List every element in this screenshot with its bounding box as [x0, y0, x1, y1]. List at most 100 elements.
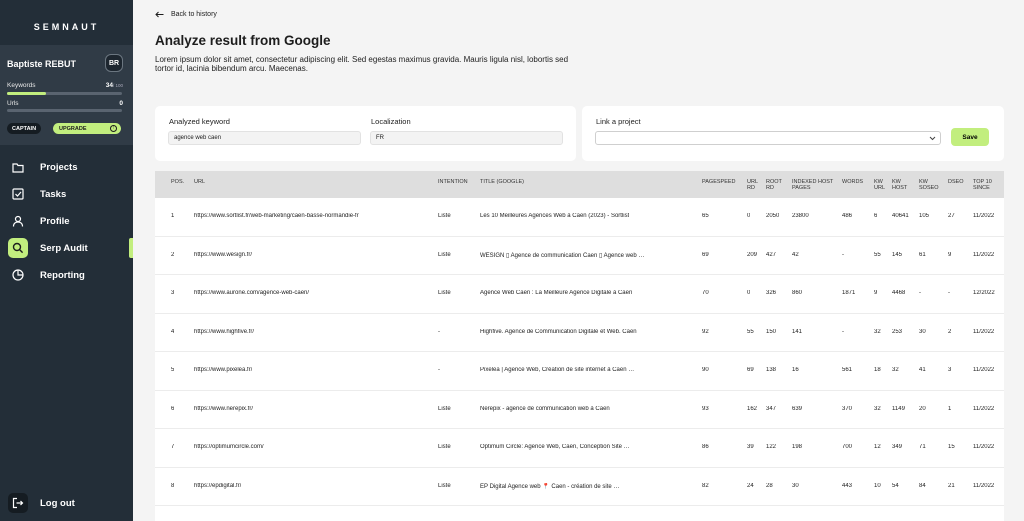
column-header[interactable]: WORDS — [842, 179, 870, 185]
keyword-label: Analyzed keyword — [169, 117, 230, 126]
page-description: Lorem ipsum dolor sit amet, consectetur … — [155, 55, 569, 73]
column-header[interactable]: URL RD — [747, 179, 763, 191]
table-cell: 150 — [766, 328, 777, 335]
column-header[interactable]: KW SOSEO — [919, 179, 945, 191]
result-url-link[interactable]: https://www.pixelea.fr/ — [194, 367, 252, 373]
table-cell: 15 — [948, 444, 955, 450]
table-cell: 860 — [792, 290, 803, 296]
column-header[interactable]: DSEO — [948, 179, 970, 185]
table-cell: 2 — [171, 251, 175, 258]
table-cell: 41 — [919, 367, 926, 373]
table-row[interactable]: 6 https://www.nerepix.fr/Liste Nerepix - a… — [155, 391, 1004, 429]
project-select[interactable] — [595, 131, 941, 145]
column-header[interactable]: PAGESPEED — [702, 179, 744, 185]
table-row[interactable]: 1 https://www.sortlist.fr/web-marketing/c… — [155, 198, 1004, 237]
back-label: Back to history — [171, 11, 217, 18]
nav-label: Projects — [40, 161, 78, 173]
chevron-down-icon — [929, 136, 936, 141]
result-url-link[interactable]: https://epdigital.fr/ — [194, 483, 241, 489]
save-button[interactable]: Save — [951, 128, 989, 146]
column-header[interactable]: KW HOST — [892, 179, 917, 191]
table-cell: 443 — [842, 482, 853, 489]
arrow-left-icon — [155, 11, 164, 18]
table-cell: 639 — [792, 405, 803, 412]
column-header[interactable]: INTENTION — [438, 179, 478, 185]
table-cell: - — [919, 290, 921, 296]
table-cell: 65 — [702, 213, 709, 219]
table-cell: Liste — [438, 290, 451, 296]
table-cell: 86 — [702, 444, 709, 450]
table-cell: - — [842, 328, 844, 335]
table-cell: 486 — [842, 213, 853, 219]
table-cell: 11/2022 — [973, 367, 995, 373]
table-cell: 141 — [792, 328, 803, 335]
keywords-progress — [7, 92, 122, 95]
table-cell: 11/2022 — [973, 482, 995, 489]
project-card: Link a project Save — [582, 106, 1004, 161]
table-cell: 349 — [892, 444, 903, 450]
table-cell: 7 — [171, 444, 175, 450]
table-cell: 54 — [892, 482, 899, 489]
column-header[interactable]: INDEXED HOST PAGES — [792, 179, 840, 191]
column-header[interactable]: ROOT RD — [766, 179, 788, 191]
table-row[interactable]: 2 https://www.wesign.fr/Liste WESIGN ▯ Age… — [155, 237, 1004, 275]
table-cell: 326 — [766, 290, 777, 296]
table-cell: 4468 — [892, 290, 906, 296]
table-cell: 11/2022 — [973, 251, 995, 258]
table-cell: 93 — [702, 405, 709, 412]
search-icon — [8, 238, 28, 258]
avatar[interactable]: BR — [105, 54, 123, 72]
column-header[interactable]: KW URL — [874, 179, 890, 191]
result-url-link[interactable]: https://optimumcircle.com/ — [194, 444, 264, 450]
table-row[interactable]: 5 https://www.pixelea.fr/ - Pixelea | Agenc… — [155, 352, 1004, 391]
nav-profile[interactable]: Profile — [0, 210, 133, 232]
result-url-link[interactable]: https://www.nerepix.fr/ — [194, 406, 253, 412]
table-cell: 3 — [171, 290, 175, 296]
table-row[interactable]: 3 https://www.aurone.com/agence-web-caen/… — [155, 275, 1004, 314]
table-cell: 138 — [766, 367, 777, 373]
nav-projects[interactable]: Projects — [0, 156, 133, 178]
table-cell: WESIGN ▯ Agence de communication Caen ▯ … — [480, 252, 645, 259]
table-cell: 42 — [792, 251, 799, 258]
table-cell: 11/2022 — [973, 405, 995, 412]
table-row[interactable]: 8 https://epdigital.fr/Liste EP Digital Ag… — [155, 468, 1004, 506]
upgrade-button[interactable]: UPGRADE ↑ — [53, 123, 121, 134]
column-header[interactable]: TOP 10 SINCE — [973, 179, 1003, 191]
table-cell: 0 — [747, 290, 751, 296]
table-cell: 21 — [948, 482, 955, 489]
table-cell: 700 — [842, 444, 853, 450]
table-cell: 9 — [948, 251, 952, 258]
table-cell: 40641 — [892, 213, 909, 219]
logout-button[interactable]: Log out — [0, 492, 133, 514]
table-cell: 84 — [919, 482, 926, 489]
result-url-link[interactable]: https://www.sortlist.fr/web-marketing/ca… — [194, 213, 359, 219]
logout-label: Log out — [40, 497, 75, 509]
table-cell: Liste — [438, 251, 451, 258]
nav-label: Reporting — [40, 269, 85, 281]
table-cell: 6 — [171, 405, 175, 412]
table-cell: - — [948, 290, 950, 296]
result-url-link[interactable]: https://www.wesign.fr/ — [194, 252, 252, 258]
localization-field: FR — [370, 131, 563, 145]
back-link[interactable]: Back to history — [155, 11, 217, 18]
nav-tasks[interactable]: Tasks — [0, 183, 133, 205]
column-header[interactable]: TITLE (GOOGLE) — [480, 179, 695, 185]
table-cell: 8 — [171, 482, 175, 489]
table-cell: Les 10 Meilleures Agences Web à Caen (20… — [480, 213, 630, 219]
result-url-link[interactable]: https://www.aurone.com/agence-web-caen/ — [194, 290, 309, 296]
table-cell: 427 — [766, 251, 777, 258]
table-cell: 2050 — [766, 213, 780, 219]
table-row[interactable]: 4 https://www.highfive.fr/ - Highfive. Agen… — [155, 314, 1004, 352]
table-cell: 105 — [919, 213, 930, 219]
nav-label: Serp Audit — [40, 242, 88, 254]
table-row[interactable]: 7 https://optimumcircle.com/Liste Optimum … — [155, 429, 1004, 468]
nav-serp-audit[interactable]: Serp Audit — [0, 237, 133, 259]
table-cell: 1871 — [842, 290, 856, 296]
nav-label: Profile — [40, 215, 70, 227]
table-cell: 198 — [792, 444, 803, 450]
table-cell: 69 — [747, 367, 754, 373]
result-url-link[interactable]: https://www.highfive.fr/ — [194, 329, 254, 335]
column-header[interactable]: POS. — [171, 179, 191, 185]
nav-reporting[interactable]: Reporting — [0, 264, 133, 286]
column-header[interactable]: URL — [194, 179, 434, 185]
